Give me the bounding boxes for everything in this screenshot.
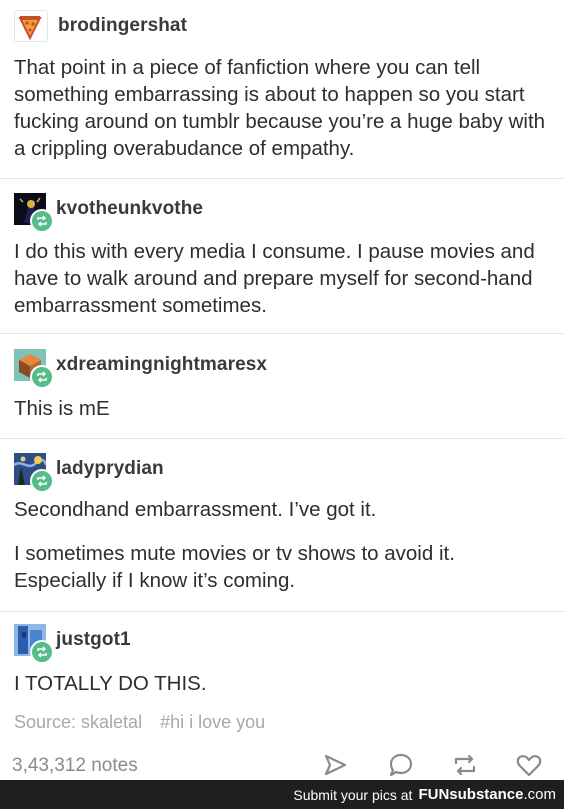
post-header-ladyprydian: ladyprydian [13,451,164,493]
brand-fun: FUN [418,786,450,803]
post-header-brodingershat: brodingershat [14,8,187,44]
reply-icon [389,753,413,777]
reblog-icon [37,215,47,227]
brand-rest: substance [449,786,524,803]
post-header-justgot1: justgot1 [14,622,131,664]
post-body: This is mE [14,397,110,420]
reblog-icon [37,371,47,383]
post-body: Secondhand embarrassment. I’ve got it. [14,498,377,521]
avatar[interactable] [14,349,54,389]
tag-link[interactable]: #hi i love you [160,712,265,733]
post-meta: Source: skaletal #hi i love you [14,712,265,733]
reblog-icon [37,646,47,658]
post-body: I TOTALLY DO THIS. [14,672,207,695]
username[interactable]: ladyprydian [56,458,164,480]
username[interactable]: xdreamingnightmaresx [56,354,267,376]
divider [0,333,564,334]
username[interactable]: brodingershat [58,15,187,37]
source-link[interactable]: Source: skaletal [14,712,142,733]
username[interactable]: kvotheunkvothe [56,198,203,220]
brand-suffix: .com [523,786,556,803]
share-button[interactable] [318,748,352,782]
like-button[interactable] [512,748,546,782]
like-icon [516,755,542,777]
post-body: I do this with every media I consume. I … [14,240,535,317]
avatar[interactable] [13,453,54,493]
watermark-bar: Submit your pics at FUNsubstance.com [0,780,564,809]
avatar[interactable] [14,10,48,42]
post-actions [0,748,564,782]
divider [0,178,564,179]
reblog-icon [37,475,47,487]
post-body: That point in a piece of fanfiction wher… [14,56,546,160]
divider [0,611,564,612]
username[interactable]: justgot1 [56,629,131,651]
watermark-prefix: Submit your pics at [293,786,413,803]
divider [0,438,564,439]
reblog-button[interactable] [448,748,482,782]
reblog-badge [30,469,54,493]
avatar[interactable] [14,624,54,664]
avatar[interactable] [14,193,54,233]
post-header-xdreamingnightmaresx: xdreamingnightmaresx [14,347,267,389]
pizza-slice-icon [18,16,42,41]
reblog-icon [454,754,476,776]
reblog-badge [30,365,54,389]
reblog-badge [30,640,54,664]
reblog-badge [30,209,54,233]
post-body: I sometimes mute movies or tv shows to a… [14,542,455,592]
share-icon [324,754,347,776]
reply-button[interactable] [384,748,418,782]
post-header-kvotheunkvothe: kvotheunkvothe [14,191,203,233]
watermark-brand: FUNsubstance.com [418,786,556,803]
